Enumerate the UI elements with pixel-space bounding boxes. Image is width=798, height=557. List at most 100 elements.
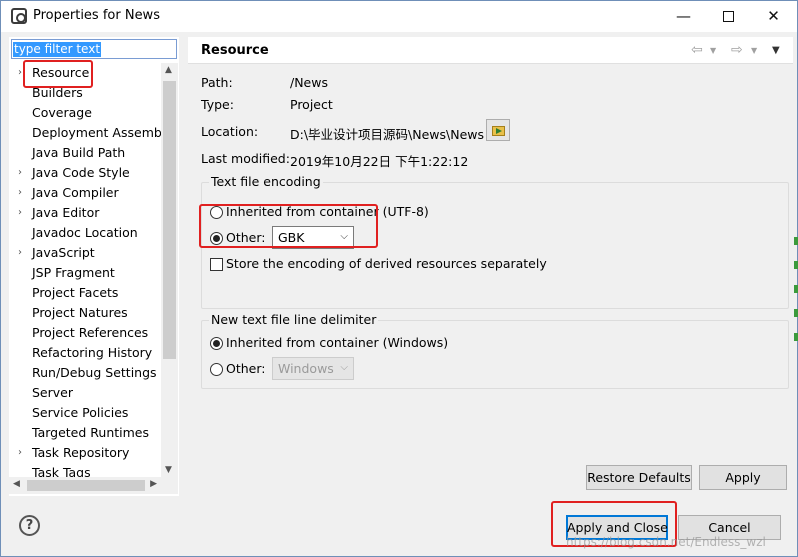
last-modified-value: 2019年10月22日 下午1:22:12: [290, 154, 469, 169]
tree-item-label: Run/Debug Settings: [32, 365, 157, 380]
title-bar: Properties for News — ✕: [1, 1, 797, 32]
encoding-inherited-radio[interactable]: [210, 206, 223, 219]
maximize-icon: [723, 11, 734, 22]
tree-item-java-code-style[interactable]: › Java Code Style: [9, 163, 161, 183]
tree-item-label: Javadoc Location: [32, 225, 138, 240]
forward-arrow-icon[interactable]: ⇨: [731, 42, 743, 58]
store-encoding-checkbox[interactable]: [210, 258, 223, 271]
tree-item-label: Project Natures: [32, 305, 128, 320]
tree-item-label: Java Code Style: [32, 165, 130, 180]
back-arrow-icon[interactable]: ⇦: [691, 42, 703, 58]
back-dropdown-icon[interactable]: ▼: [710, 46, 716, 55]
tree-item-task-repository[interactable]: › Task Repository: [9, 443, 161, 463]
scroll-up-icon[interactable]: ▲: [165, 65, 172, 75]
tree-item-project-references[interactable]: Project References: [9, 323, 161, 343]
minimize-button[interactable]: —: [661, 1, 706, 31]
tree-vertical-scrollbar[interactable]: ▲ ▼: [161, 63, 178, 477]
delimiter-select[interactable]: Windows ⌵: [272, 357, 354, 380]
tree-item-javadoc-location[interactable]: Javadoc Location: [9, 223, 161, 243]
tree-item-jsp-fragment[interactable]: JSP Fragment: [9, 263, 161, 283]
tree-item-resource[interactable]: › Resource: [9, 63, 161, 83]
tree-item-label: Builders: [32, 85, 83, 100]
view-menu-icon[interactable]: ▼: [772, 45, 780, 56]
tree-item-deployment-assembly[interactable]: Deployment Assembly: [9, 123, 161, 143]
tree-item-run-debug-settings[interactable]: Run/Debug Settings: [9, 363, 161, 383]
expand-arrow-icon[interactable]: ›: [18, 243, 22, 263]
path-label: Path:: [201, 75, 233, 90]
encoding-inherited-label: Inherited from container (UTF-8): [226, 204, 429, 219]
expand-arrow-icon[interactable]: ›: [18, 203, 22, 223]
tree-item-label: Java Build Path: [32, 145, 126, 160]
encoding-group-title: Text file encoding: [209, 174, 323, 189]
last-modified-label: Last modified:: [201, 151, 290, 166]
chevron-down-icon: ⌵: [340, 231, 348, 242]
tree-item-label: Resource: [32, 65, 90, 80]
background-window-edge: [794, 237, 798, 357]
tree-item-label: Java Compiler: [32, 185, 119, 200]
show-in-explorer-button[interactable]: [486, 119, 510, 141]
delimiter-other-radio[interactable]: [210, 363, 223, 376]
window-title: Properties for News: [33, 8, 160, 23]
tree-item-java-compiler[interactable]: › Java Compiler: [9, 183, 161, 203]
tree-item-service-policies[interactable]: Service Policies: [9, 403, 161, 423]
tree-item-refactoring-history[interactable]: Refactoring History: [9, 343, 161, 363]
filter-selected-text: type filter text: [13, 42, 102, 57]
line-delimiter-group: New text file line delimiter Inherited f…: [201, 312, 789, 389]
tree-item-coverage[interactable]: Coverage: [9, 103, 161, 123]
tree-item-builders[interactable]: Builders: [9, 83, 161, 103]
delimiter-other-label: Other:: [226, 361, 266, 376]
encoding-other-label: Other:: [226, 230, 266, 245]
maximize-button[interactable]: [706, 1, 751, 31]
text-file-encoding-group: Text file encoding Inherited from contai…: [201, 174, 789, 309]
preference-tree: › Resource Builders Coverage Deployment Asse…: [9, 63, 161, 477]
close-button[interactable]: ✕: [751, 1, 796, 31]
apply-button[interactable]: Apply: [699, 465, 787, 490]
tree-item-project-facets[interactable]: Project Facets: [9, 283, 161, 303]
type-label: Type:: [201, 97, 234, 112]
type-value: Project: [290, 97, 333, 112]
tree-item-label: Coverage: [32, 105, 92, 120]
expand-arrow-icon[interactable]: ›: [18, 183, 22, 203]
encoding-select[interactable]: GBK ⌵: [272, 226, 354, 249]
tree-item-label: Service Policies: [32, 405, 129, 420]
tree-item-label: Refactoring History: [32, 345, 153, 360]
chevron-down-icon: ⌵: [340, 362, 348, 373]
pane-sash[interactable]: [183, 37, 187, 496]
properties-app-icon: [11, 8, 27, 24]
horizontal-scroll-thumb[interactable]: [27, 480, 145, 491]
tree-item-label: JSP Fragment: [32, 265, 115, 280]
tree-item-label: Task Repository: [32, 445, 130, 460]
expand-arrow-icon[interactable]: ›: [18, 163, 22, 183]
scroll-down-icon[interactable]: ▼: [165, 465, 172, 475]
encoding-other-radio[interactable]: [210, 232, 223, 245]
scroll-right-icon[interactable]: ▶: [150, 479, 157, 489]
path-value: /News: [290, 75, 328, 90]
forward-dropdown-icon[interactable]: ▼: [751, 46, 757, 55]
tree-item-java-build-path[interactable]: Java Build Path: [9, 143, 161, 163]
restore-defaults-button[interactable]: Restore Defaults: [586, 465, 692, 490]
page-title: Resource: [201, 43, 269, 58]
tree-item-project-natures[interactable]: Project Natures: [9, 303, 161, 323]
tree-item-javascript[interactable]: › JavaScript: [9, 243, 161, 263]
scroll-left-icon[interactable]: ◀: [13, 479, 20, 489]
help-icon[interactable]: ?: [19, 515, 40, 536]
tree-horizontal-scrollbar[interactable]: ◀ ▶: [9, 477, 161, 494]
tree-item-targeted-runtimes[interactable]: Targeted Runtimes: [9, 423, 161, 443]
vertical-scroll-thumb[interactable]: [163, 81, 176, 359]
tree-item-server[interactable]: Server: [9, 383, 161, 403]
page-header: Resource ⇦ ▼ ⇨ ▼ ▼: [188, 37, 793, 64]
tree-item-task-tags[interactable]: Task Tags: [9, 463, 161, 477]
expand-arrow-icon[interactable]: ›: [18, 443, 22, 463]
tree-item-label: Java Editor: [32, 205, 100, 220]
tree-item-java-editor[interactable]: › Java Editor: [9, 203, 161, 223]
tree-item-label: JavaScript: [32, 245, 95, 260]
preference-tree-pane: type filter text › Resource Builders Covera…: [9, 37, 179, 496]
watermark: https://blog.csdn.net/Endless_wzl: [566, 535, 766, 549]
store-encoding-label: Store the encoding of derived resources …: [226, 256, 547, 271]
page-content: Path: /News Type: Project Location: D:\毕…: [188, 65, 793, 496]
delimiter-select-value: Windows: [278, 361, 334, 376]
expand-arrow-icon[interactable]: ›: [18, 63, 22, 83]
delimiter-inherited-label: Inherited from container (Windows): [226, 335, 449, 350]
delimiter-inherited-radio[interactable]: [210, 337, 223, 350]
scrollbar-corner: [161, 477, 178, 494]
